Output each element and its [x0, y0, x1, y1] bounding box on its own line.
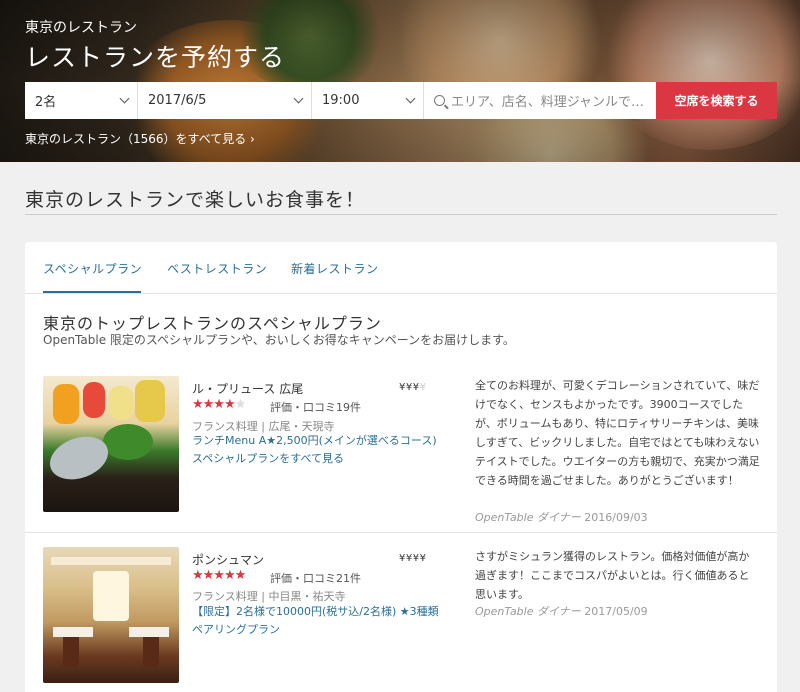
review-author: OpenTable ダイナー 2017/05/09 — [475, 603, 648, 619]
price-range: ¥¥¥¥ — [399, 382, 426, 393]
review-count[interactable]: 評価・口コミ19件 — [270, 399, 361, 415]
search-placeholder: エリア、店名、料理ジャンルで… — [451, 95, 645, 110]
page-headline: 東京のレストランで楽しいお食事を！ — [25, 189, 366, 211]
review-text: 全てのお料理が、可愛くデコレーションされていて、味だけでなく、センスもよかったで… — [475, 379, 760, 487]
review-date: 2017/05/09 — [584, 605, 648, 618]
date-value: 2017/6/5 — [148, 93, 207, 108]
cuisine-location: フランス料理 | 中目黒・祐天寺 — [192, 590, 346, 603]
chevron-down-icon — [119, 93, 130, 104]
price-range-unfilled: ¥ — [419, 382, 427, 393]
find-table-button[interactable]: 空席を検索する — [656, 82, 777, 119]
chevron-down-icon — [405, 93, 416, 104]
restaurant-photo[interactable] — [43, 376, 179, 512]
restaurant-photo[interactable] — [43, 547, 179, 683]
star-rating: ★★★★★ — [192, 568, 246, 583]
hero-title: レストランを予約する — [25, 43, 286, 72]
reviewer-name: OpenTable ダイナー — [475, 511, 581, 524]
section-subtitle: OpenTable 限定のスペシャルプランや、おいしくお得なキャンペーンをお届け… — [43, 333, 515, 347]
date-select[interactable]: 2017/6/5 — [138, 82, 312, 119]
reviewer-name: OpenTable ダイナー — [475, 605, 581, 618]
see-all-plans-link[interactable]: スペシャルプランをすべて見る — [192, 450, 442, 468]
stars-filled: ★★★★★ — [192, 568, 246, 583]
price-range: ¥¥¥¥ — [399, 553, 426, 564]
hero-banner: 東京のレストラン レストランを予約する 2名 2017/6/5 19:00 エリ… — [0, 0, 800, 162]
hero-subtitle: 東京のレストラン — [25, 20, 137, 36]
time-select[interactable]: 19:00 — [312, 82, 424, 119]
tab-new-restaurants[interactable]: 新着レストラン — [291, 260, 379, 277]
stars-filled: ★★★★ — [192, 397, 236, 412]
party-size-value: 2名 — [35, 95, 57, 110]
stars-empty: ★ — [234, 397, 247, 412]
restaurant-name[interactable]: ル・プリュース 広尾 — [192, 380, 303, 397]
chevron-down-icon — [293, 93, 304, 104]
all-restaurants-link[interactable]: 東京のレストラン（1566）をすべて見る › — [25, 130, 255, 147]
tab-bar: スペシャルプラン ベストレストラン 新着レストラン — [25, 242, 777, 294]
restaurant-name[interactable]: ポンシュマン — [192, 551, 264, 568]
review-author: OpenTable ダイナー 2016/09/03 — [475, 509, 648, 525]
special-plan-link[interactable]: 【限定】2名様で10000円(税サ込/2名様) ★3種類ペアリングプラン — [192, 603, 442, 639]
headline-divider — [25, 214, 777, 215]
search-icon — [434, 95, 445, 106]
active-tab-indicator — [43, 291, 141, 293]
tab-best-restaurants[interactable]: ベストレストラン — [167, 260, 267, 277]
review-text: さすがミシュラン獲得のレストラン。価格対価値が高か過ぎます！ここまでコスパがよい… — [475, 550, 750, 601]
review-date: 2016/09/03 — [584, 511, 648, 524]
star-rating: ★★★★★ — [192, 397, 247, 412]
review-count[interactable]: 評価・口コミ21件 — [270, 570, 361, 586]
tab-special-plans[interactable]: スペシャルプラン — [43, 260, 142, 277]
price-range-value: ¥¥¥ — [399, 382, 420, 393]
restaurants-card: スペシャルプラン ベストレストラン 新着レストラン 東京のトップレストランのスペ… — [25, 242, 777, 692]
party-size-select[interactable]: 2名 — [25, 82, 138, 119]
search-input[interactable]: エリア、店名、料理ジャンルで… — [424, 82, 656, 119]
item-divider — [25, 532, 777, 533]
search-bar: 2名 2017/6/5 19:00 エリア、店名、料理ジャンルで… 空席を検索す… — [25, 82, 777, 119]
time-value: 19:00 — [322, 93, 360, 108]
special-plan-link[interactable]: ランチMenu A★2,500円(メインが選べるコース) — [192, 432, 442, 450]
price-range-value: ¥¥¥¥ — [399, 553, 427, 564]
